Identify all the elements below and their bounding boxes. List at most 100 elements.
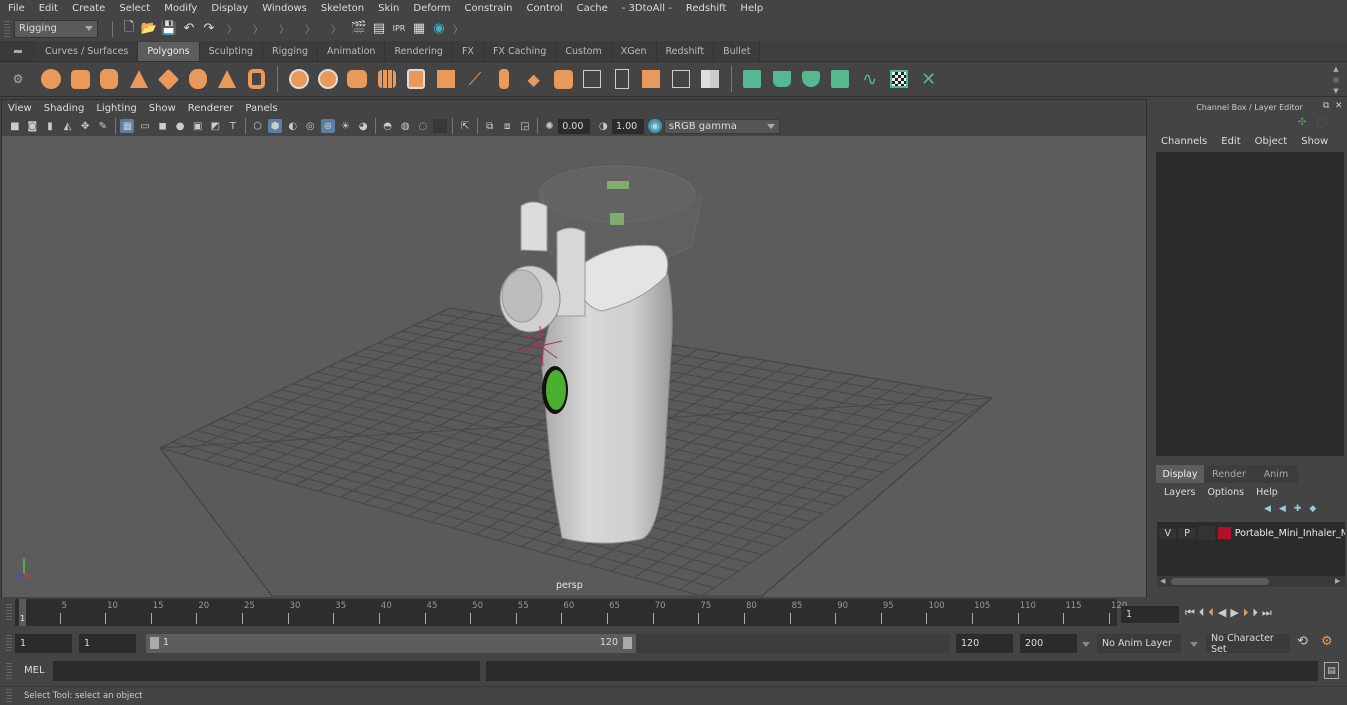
- default-material-icon[interactable]: ◐: [286, 119, 300, 133]
- xray-joints-icon[interactable]: ◲: [518, 119, 532, 133]
- playback-end-field[interactable]: 120: [956, 634, 1013, 653]
- step-forward-key-icon[interactable]: ⏵: [1252, 606, 1258, 620]
- play-backwards-icon[interactable]: ◀: [1218, 606, 1226, 620]
- range-end-handle[interactable]: [623, 637, 632, 649]
- close-icon[interactable]: ✕: [1335, 101, 1343, 111]
- range-bar[interactable]: 1 120: [146, 634, 636, 653]
- step-back-key-icon[interactable]: ⏴: [1199, 606, 1205, 620]
- vp-menu-view[interactable]: View: [8, 103, 32, 114]
- open-scene-icon[interactable]: 📂: [139, 19, 159, 39]
- animation-start-field[interactable]: 1: [15, 634, 72, 653]
- color-management-icon[interactable]: ◉: [648, 119, 663, 133]
- vp-menu-lighting[interactable]: Lighting: [96, 103, 136, 114]
- step-forward-frame-icon[interactable]: ⏵: [1243, 606, 1249, 620]
- poly-pipe-icon[interactable]: [244, 67, 268, 91]
- undo-icon[interactable]: ↶: [179, 19, 199, 39]
- save-scene-icon[interactable]: 💾: [159, 19, 179, 39]
- xray-icon[interactable]: ⧉: [483, 119, 497, 133]
- menu-layers[interactable]: Layers: [1164, 487, 1195, 498]
- shelf-tab-rigging[interactable]: Rigging: [263, 42, 319, 61]
- collapsed-section-icon[interactable]: 〉: [253, 21, 263, 36]
- auto-key-icon[interactable]: ⟲: [1297, 634, 1308, 649]
- menu-deform[interactable]: Deform: [413, 3, 450, 14]
- render-sequence-icon[interactable]: ▤: [369, 19, 389, 39]
- render-frame-icon[interactable]: 🎬: [349, 19, 369, 39]
- menu-cache[interactable]: Cache: [577, 3, 608, 14]
- booleans-icon[interactable]: [639, 67, 663, 91]
- shelf-tab-bullet[interactable]: Bullet: [714, 42, 761, 61]
- isolate-select-icon[interactable]: ⇱: [458, 119, 472, 133]
- separate-icon[interactable]: [316, 67, 340, 91]
- scroll-right-icon[interactable]: ▶: [1335, 577, 1340, 585]
- channel-list[interactable]: [1156, 152, 1344, 456]
- depth-of-field-icon[interactable]: [433, 119, 448, 133]
- go-to-start-icon[interactable]: ⏮: [1185, 606, 1195, 620]
- new-layer-selected-icon[interactable]: ◆: [1309, 504, 1316, 514]
- unfold-icon[interactable]: [698, 67, 722, 91]
- insert-edge-loop-icon[interactable]: [492, 67, 516, 91]
- bridge-icon[interactable]: ⟋: [463, 67, 487, 91]
- shelf-tab-polygons[interactable]: Polygons: [138, 42, 200, 61]
- poly-torus-icon[interactable]: [156, 67, 180, 91]
- shelf-tab-xgen[interactable]: XGen: [611, 42, 657, 61]
- menu-edit[interactable]: Edit: [39, 3, 58, 14]
- scroll-left-icon[interactable]: ◀: [1160, 577, 1165, 585]
- safe-title-icon[interactable]: T: [226, 119, 240, 133]
- collapsed-section-icon[interactable]: 〉: [279, 21, 289, 36]
- menu-skin[interactable]: Skin: [378, 3, 399, 14]
- collapsed-section-icon[interactable]: 〉: [305, 21, 315, 36]
- move-layer-down-icon[interactable]: ◀: [1279, 504, 1286, 514]
- playback-start-field[interactable]: 1: [79, 634, 136, 653]
- film-gate-icon[interactable]: ▭: [138, 119, 152, 133]
- float-panel-icon[interactable]: ⧉: [1323, 101, 1329, 111]
- grip-handle[interactable]: [6, 635, 12, 651]
- smooth-icon[interactable]: [375, 67, 399, 91]
- menu-select[interactable]: Select: [119, 3, 150, 14]
- new-empty-layer-icon[interactable]: ✚: [1294, 504, 1302, 514]
- gamma-field[interactable]: 1.00: [612, 118, 645, 134]
- new-scene-icon[interactable]: 🗋: [119, 19, 139, 39]
- mirror-icon[interactable]: [345, 67, 369, 91]
- animation-preferences-icon[interactable]: ⚙: [1321, 634, 1333, 649]
- layer-hscrollbar[interactable]: ◀ ▶: [1157, 576, 1345, 587]
- menu-3dtoall[interactable]: - 3DtoAll -: [622, 3, 672, 14]
- current-time-marker[interactable]: 1: [19, 599, 26, 626]
- xray-active-components-icon[interactable]: ⧈: [500, 119, 514, 133]
- collapsed-section-icon[interactable]: 〉: [453, 21, 463, 36]
- multi-cut-icon[interactable]: ◆: [522, 67, 546, 91]
- poly-cube-icon[interactable]: [68, 67, 92, 91]
- redo-icon[interactable]: ↷: [199, 19, 219, 39]
- arrow-up-icon[interactable]: ▲: [1333, 65, 1338, 73]
- layer-color-swatch[interactable]: [1218, 527, 1231, 539]
- anti-aliasing-icon[interactable]: ◌: [416, 119, 430, 133]
- chevron-down-icon[interactable]: [1082, 642, 1090, 647]
- shelf-tab-animation[interactable]: Animation: [318, 42, 386, 61]
- bounding-icon[interactable]: [669, 67, 693, 91]
- target-weld-icon[interactable]: [551, 67, 575, 91]
- shadows-icon[interactable]: ◕: [356, 119, 370, 133]
- menu-channels[interactable]: Channels: [1161, 136, 1207, 147]
- menu-help[interactable]: Help: [740, 3, 763, 14]
- poly-cone-icon[interactable]: [127, 67, 151, 91]
- menu-help[interactable]: Help: [1256, 487, 1278, 498]
- menu-windows[interactable]: Windows: [262, 3, 307, 14]
- use-all-lights-icon[interactable]: ☀: [338, 119, 352, 133]
- shelf-tab-sculpting[interactable]: Sculpting: [199, 42, 264, 61]
- anim-layer-dropdown[interactable]: No Anim Layer: [1097, 634, 1181, 653]
- exposure-field[interactable]: 0.00: [558, 118, 591, 134]
- arrow-down-icon[interactable]: ▼: [1333, 87, 1338, 95]
- time-slider-track[interactable]: 5 10 15 20 25 30 35 40 45 50 55 60 65 70 75 80 85 90 95 100…: [15, 599, 1127, 626]
- vp-menu-show[interactable]: Show: [149, 103, 176, 114]
- layer-visibility-toggle[interactable]: V: [1159, 527, 1177, 539]
- layer-name[interactable]: Portable_Mini_Inhaler_M: [1235, 528, 1345, 539]
- menu-options[interactable]: Options: [1207, 487, 1244, 498]
- render-settings-icon[interactable]: ▦: [409, 19, 429, 39]
- unfold-uv-icon[interactable]: ∿: [858, 67, 882, 91]
- menu-redshift[interactable]: Redshift: [686, 3, 727, 14]
- shelf-tab-fx[interactable]: FX: [452, 42, 484, 61]
- vp-menu-shading[interactable]: Shading: [44, 103, 85, 114]
- current-frame-field[interactable]: 1: [1121, 606, 1179, 623]
- range-start-handle[interactable]: [150, 637, 159, 649]
- exposure-icon[interactable]: ✺: [542, 119, 556, 133]
- collapsed-section-icon[interactable]: 〉: [331, 21, 341, 36]
